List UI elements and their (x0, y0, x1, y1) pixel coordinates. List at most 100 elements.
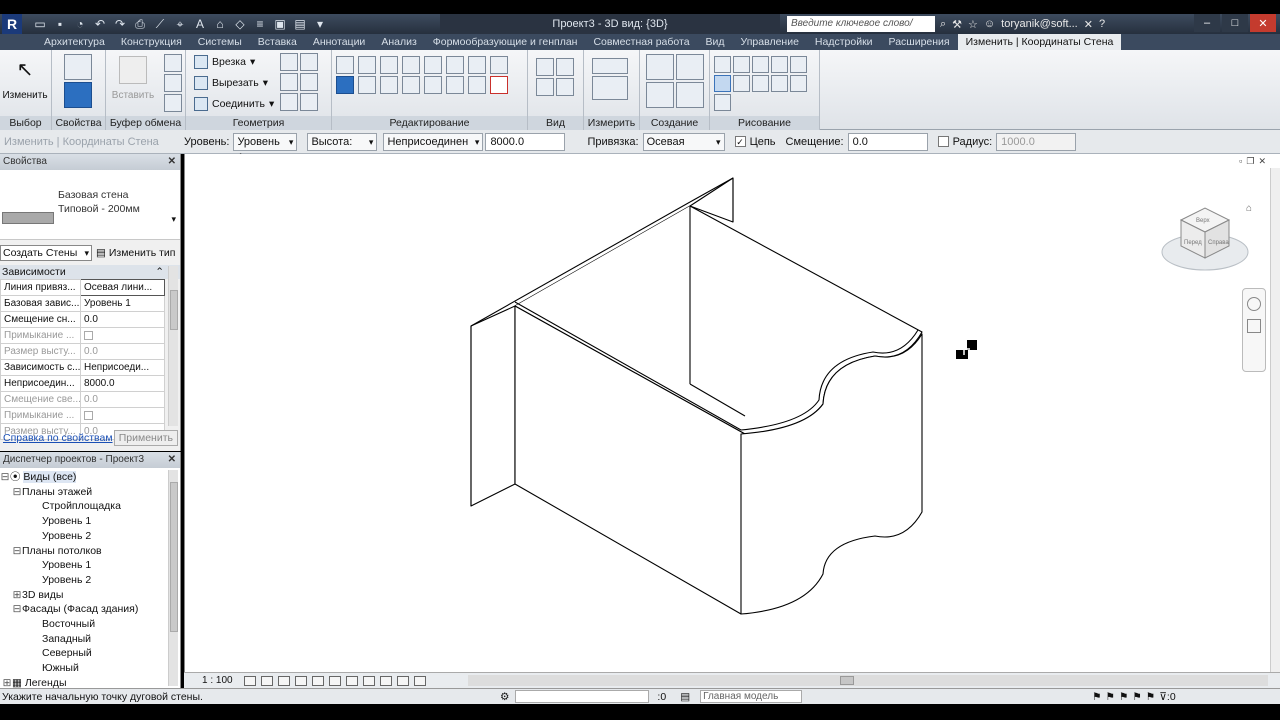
left-wall[interactable] (470, 305, 516, 507)
measure-icon[interactable]: ⟋ (152, 16, 168, 32)
line-icon[interactable] (714, 56, 731, 73)
browser-scrollbar[interactable] (168, 470, 178, 686)
table-row[interactable]: Примыкание ... (0, 327, 165, 344)
customize-qat-icon[interactable]: ▾ (312, 16, 328, 32)
geometry-tool-2-icon[interactable] (300, 53, 318, 71)
create-similar-icon[interactable] (646, 54, 674, 80)
tree-item-3d-views[interactable]: ⊞3D виды (0, 588, 180, 603)
maximize-button[interactable]: □ (1222, 14, 1248, 32)
tab-systems[interactable]: Системы (190, 34, 250, 50)
mirror-draw-icon[interactable] (402, 56, 420, 74)
switch-windows-icon[interactable]: ▤ (292, 16, 308, 32)
select-underlay-icon[interactable]: ⚑ (1106, 689, 1115, 704)
override-icon[interactable] (556, 58, 574, 76)
polygon-icon[interactable] (752, 56, 769, 73)
copy-icon[interactable] (164, 74, 182, 92)
geometry-tool-3-icon[interactable] (280, 73, 298, 91)
tab-extensions[interactable]: Расширения (881, 34, 958, 50)
viewport-vertical-scrollbar[interactable] (1270, 168, 1280, 672)
viewcube-right-face[interactable]: Справа (1208, 240, 1229, 246)
table-row[interactable]: Размер высту... 0.0 (0, 343, 165, 360)
scale-icon[interactable] (446, 76, 464, 94)
tag-icon[interactable]: ⌖ (172, 16, 188, 32)
create-parts-icon[interactable] (646, 82, 674, 108)
create-group-icon[interactable] (676, 54, 704, 80)
worksets-icon[interactable]: ⚙ (500, 689, 509, 704)
drag-elements-icon[interactable]: ⚑ (1146, 689, 1155, 704)
zoom-icon[interactable] (1247, 319, 1261, 333)
properties-icon[interactable] (64, 54, 92, 80)
apply-button[interactable]: Применить (113, 430, 178, 446)
exchange-icon[interactable]: ✕ (1084, 18, 1093, 31)
tree-item-views[interactable]: ⊟⦿ Виды (все) (0, 470, 180, 485)
lock-view-icon[interactable] (363, 675, 375, 686)
tree-item-ceiling-level-1[interactable]: Уровень 1 (0, 558, 180, 573)
design-option-select[interactable]: Главная модель (700, 690, 803, 703)
worksharing-display-icon[interactable] (414, 675, 426, 686)
tab-structure[interactable]: Конструкция (113, 34, 190, 50)
tree-item-elevations[interactable]: ⊟Фасады (Фасад здания) (0, 602, 180, 617)
pick-faces-icon[interactable] (714, 94, 731, 111)
table-row[interactable]: Примыкание ... (0, 407, 165, 424)
height-constraint-select[interactable]: Неприсоединен (383, 132, 484, 151)
split-icon[interactable] (424, 56, 442, 74)
tab-addins[interactable]: Надстройки (807, 34, 881, 50)
linework-icon[interactable] (536, 78, 554, 96)
copy-element-icon[interactable] (358, 76, 376, 94)
application-menu-button[interactable]: R (2, 14, 22, 34)
open-icon[interactable]: ▭ (32, 16, 48, 32)
modify-button[interactable]: ↖ Изменить (2, 54, 48, 114)
render-icon[interactable] (312, 675, 324, 686)
tree-item-ceiling-plans[interactable]: ⊟Планы потолков (0, 544, 180, 559)
circle-icon[interactable] (790, 56, 807, 73)
sync-icon[interactable]: ◔ (72, 16, 88, 32)
drawing-area-3d-view[interactable]: ▫ ❐ ✕ Верх Перед Справа ⌂ (184, 154, 1280, 672)
height-input[interactable]: 8000.0 (485, 132, 566, 151)
viewcube-front-face[interactable]: Перед (1184, 240, 1202, 246)
tree-item-east[interactable]: Восточный (0, 617, 180, 632)
reveal-hidden-icon[interactable] (397, 675, 409, 686)
tree-item-ceiling-level-2[interactable]: Уровень 2 (0, 573, 180, 588)
split-gap-icon[interactable] (446, 56, 464, 74)
text-icon[interactable]: A (192, 16, 208, 32)
tree-item-floor-plans[interactable]: ⊟Планы этажей (0, 485, 180, 500)
geometry-tool-6-icon[interactable] (300, 93, 318, 111)
filter-icon[interactable]: ⊽ (1159, 689, 1167, 704)
thin-lines-icon[interactable]: ≡ (252, 16, 268, 32)
location-line-select[interactable]: Осевая линия (642, 132, 725, 164)
tab-manage[interactable]: Управление (733, 34, 807, 50)
type-selector[interactable]: Базовая стена Типовой - 200мм ▾ (0, 170, 180, 240)
delete-icon[interactable] (490, 76, 508, 94)
panel-title-select[interactable]: Выбор (0, 116, 51, 130)
close-properties-icon[interactable]: ✕ (168, 154, 176, 170)
redo-icon[interactable]: ↷ (112, 16, 128, 32)
detail-level-icon[interactable] (244, 675, 256, 686)
instance-filter-select[interactable]: Создать Стены (0, 245, 92, 261)
hide-icon[interactable] (536, 58, 554, 76)
type-dropdown-icon[interactable]: ▾ (171, 214, 176, 225)
tools-icon[interactable]: ⚒ (952, 18, 962, 31)
table-row[interactable]: Неприсоедин... 8000.0 (0, 375, 165, 392)
view-graphics-icon[interactable] (556, 78, 574, 96)
viewport-horizontal-scrollbar[interactable] (468, 675, 1268, 686)
move-icon[interactable] (336, 76, 354, 94)
shadows-icon[interactable] (295, 675, 307, 686)
crop-view-icon[interactable] (329, 675, 341, 686)
cope-button[interactable]: Врезка ▾ (194, 53, 255, 71)
fillet-arc-icon[interactable] (771, 75, 788, 92)
table-row[interactable]: Базовая завис... Уровень 1 (0, 295, 165, 312)
minimize-button[interactable]: – (1194, 14, 1220, 32)
start-end-radius-arc-icon[interactable] (714, 75, 731, 92)
geometry-tool-1-icon[interactable] (280, 53, 298, 71)
tab-massing-site[interactable]: Формообразующие и генплан (425, 34, 586, 50)
tangent-arc-icon[interactable] (752, 75, 769, 92)
select-by-face-icon[interactable]: ⚑ (1132, 689, 1141, 704)
sun-path-icon[interactable] (278, 675, 290, 686)
cut-icon[interactable] (164, 54, 182, 72)
user-name[interactable]: toryanik@soft... (1001, 18, 1078, 30)
viewcube-top-face[interactable]: Верх (1196, 218, 1210, 224)
search-input[interactable]: Введите ключевое слово/фразу (787, 16, 935, 45)
constraints-group-header[interactable]: Зависимости ⌃ (0, 265, 180, 279)
dimension-icon[interactable] (592, 76, 628, 100)
section-icon[interactable]: ◇ (232, 16, 248, 32)
